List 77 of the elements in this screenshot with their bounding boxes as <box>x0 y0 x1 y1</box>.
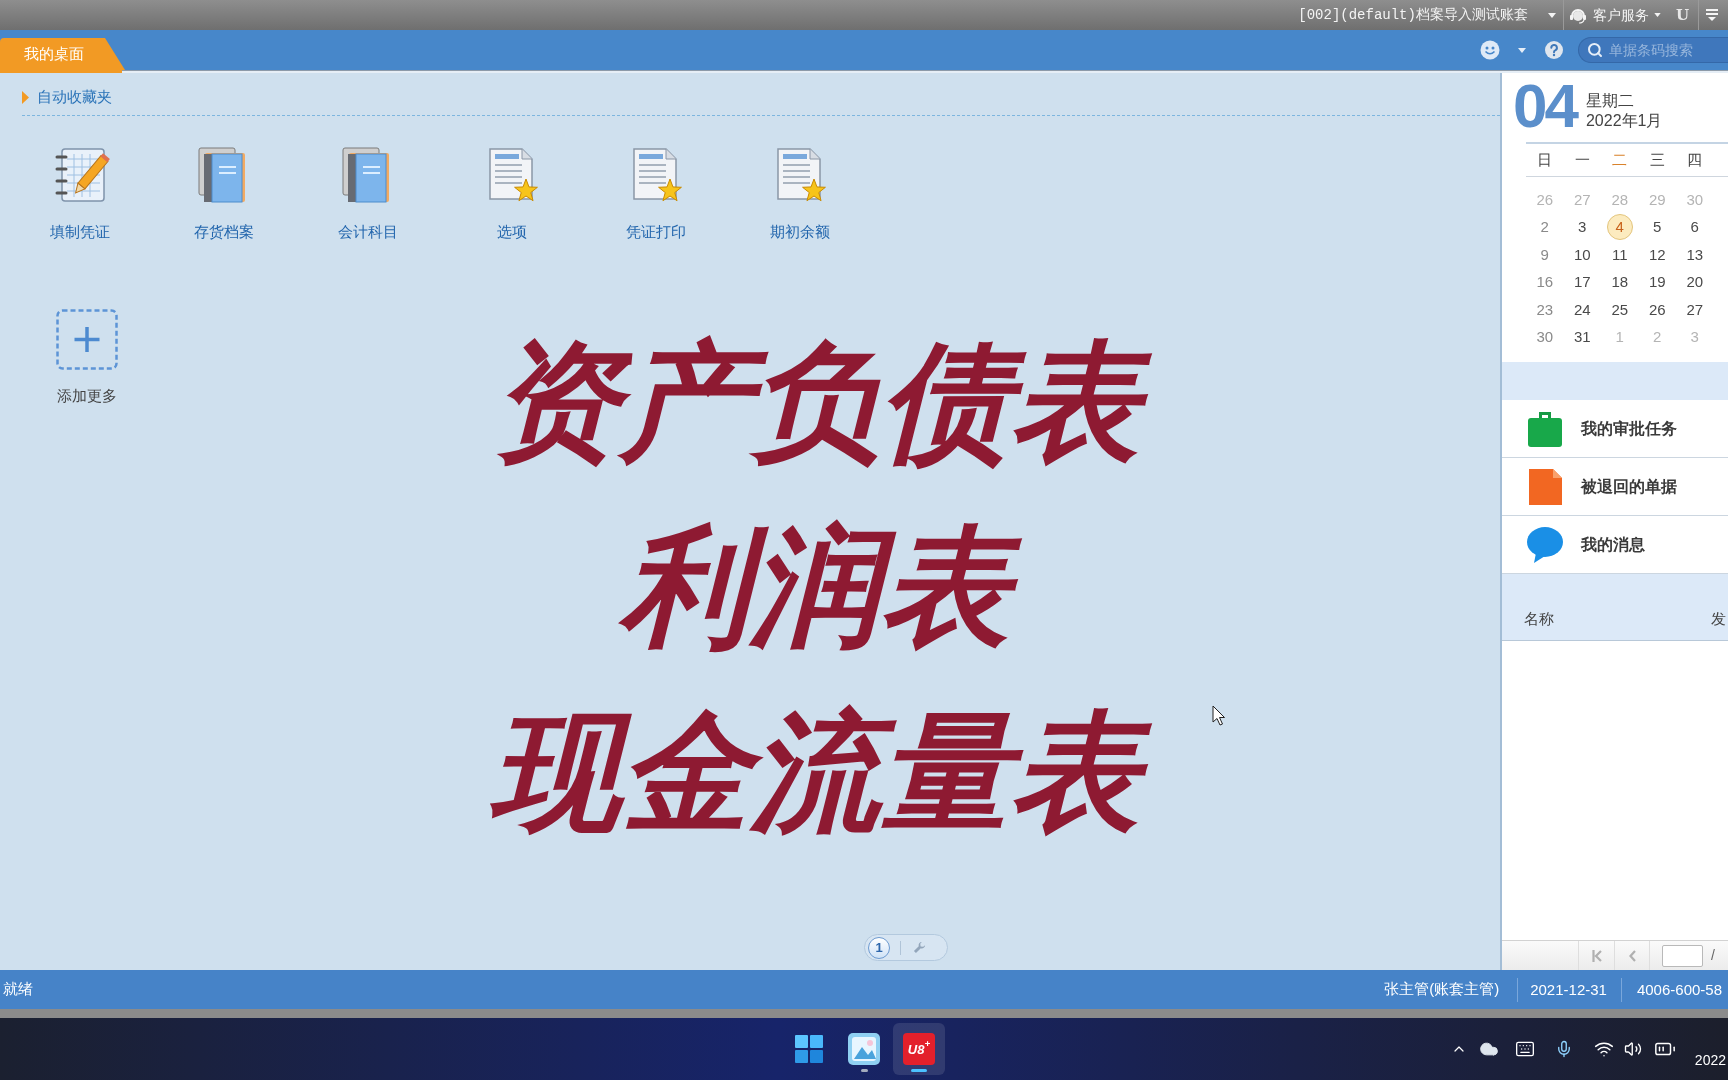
calendar-day[interactable]: 20 <box>1681 269 1708 296</box>
calendar-day[interactable]: 30 <box>1531 324 1558 351</box>
weekday-text: 星期二 <box>1585 91 1635 111</box>
calendar-day[interactable]: 26 <box>1644 296 1671 323</box>
headset-icon <box>1568 6 1587 24</box>
help-icon[interactable] <box>1545 41 1563 59</box>
shortcut-button[interactable]: 会计科目 <box>296 145 440 242</box>
clock-text[interactable]: 2022 <box>1694 1050 1726 1070</box>
calendar-day[interactable]: 17 <box>1569 269 1596 296</box>
overlay-title: 现金流量表 <box>454 680 1176 865</box>
mouse-cursor-icon <box>1212 705 1226 726</box>
search-field[interactable]: 单据条码搜索 <box>1578 37 1728 63</box>
shortcut-button[interactable]: 存货档案 <box>152 145 296 242</box>
calendar-day[interactable]: 9 <box>1531 241 1558 268</box>
weekday-label: 三 <box>1649 149 1665 170</box>
calendar-day[interactable]: 27 <box>1681 296 1708 323</box>
keyboard-icon[interactable] <box>1514 1039 1535 1059</box>
smiley-icon[interactable] <box>1480 40 1500 60</box>
search-icon <box>1587 42 1603 58</box>
calendar-day[interactable]: 23 <box>1531 296 1558 323</box>
calendar-day[interactable]: 13 <box>1681 241 1708 268</box>
user-label: 张主管(账套主管) <box>1384 979 1501 1000</box>
add-tile-icon <box>56 309 118 370</box>
month-text: 2022年1月 <box>1585 111 1663 131</box>
calendar-day[interactable]: 12 <box>1644 241 1671 268</box>
page-separator: / <box>1711 946 1715 965</box>
account-dropdown[interactable]: [002](default)档案导入测试账套 <box>1298 3 1556 27</box>
shortcut-button[interactable]: 选项 <box>440 145 584 242</box>
chevron-left-icon <box>1628 949 1636 962</box>
app-logo: U8$^{+}$ <box>903 1033 935 1065</box>
weekday-label: 日 <box>1537 149 1553 170</box>
taskbar-app-button[interactable]: U8$^{+}$ <box>893 1023 945 1075</box>
caret-icon <box>1547 12 1556 18</box>
favorites-header[interactable]: 自动收藏夹 <box>22 87 112 107</box>
overlay-title: 资产负债表 <box>454 310 1176 495</box>
page-input[interactable] <box>1662 944 1703 967</box>
overlay-title: 利润表 <box>584 495 1046 680</box>
calendar-day[interactable]: 11 <box>1606 241 1633 268</box>
column-header: 发 <box>1711 609 1726 629</box>
briefcase-icon <box>1526 409 1564 448</box>
wifi-icon[interactable] <box>1593 1039 1614 1059</box>
calendar-day[interactable]: 5 <box>1644 214 1671 241</box>
windows-logo-icon <box>795 1035 823 1063</box>
caret-icon <box>22 90 29 104</box>
logo-button[interactable]: U <box>1675 5 1689 25</box>
weekday-label: 二 <box>1612 149 1628 170</box>
phone-label: 4006-600-58 <box>1620 977 1728 1002</box>
date-label: 2021-12-31 <box>1517 977 1621 1002</box>
add-more-button[interactable]: 添加更多 <box>15 309 159 406</box>
calendar-day[interactable]: 4 <box>1606 214 1633 241</box>
calendar-day[interactable]: 25 <box>1606 296 1633 323</box>
caret-icon[interactable] <box>1518 47 1526 53</box>
weekday-label: 一 <box>1574 149 1590 170</box>
calendar-day[interactable]: 19 <box>1644 269 1671 296</box>
calendar-day[interactable]: 31 <box>1569 324 1596 351</box>
calendar-day[interactable]: 24 <box>1569 296 1596 323</box>
volume-icon[interactable] <box>1623 1040 1642 1058</box>
calendar-day[interactable]: 18 <box>1606 269 1633 296</box>
calendar-day[interactable]: 6 <box>1681 214 1708 241</box>
shortcut-button[interactable]: 期初余额 <box>728 145 872 242</box>
app-icon <box>848 1033 880 1065</box>
speech-bubble-icon <box>1526 525 1564 564</box>
first-page-icon <box>1591 949 1602 962</box>
calendar-day[interactable]: 10 <box>1569 241 1596 268</box>
status-text: 就绪 <box>3 979 33 1000</box>
customer-service-button[interactable]: 客户服务 <box>1568 3 1661 27</box>
menu-icon[interactable] <box>1705 8 1719 22</box>
calendar-day[interactable]: 16 <box>1531 269 1558 296</box>
column-header: 名称 <box>1524 609 1554 629</box>
weekday-label: 四 <box>1687 149 1703 170</box>
date-number: 04 <box>1513 75 1576 137</box>
document-icon <box>1526 467 1564 506</box>
shortcut-button[interactable]: 凭证打印 <box>584 145 728 242</box>
calendar-day[interactable]: 3 <box>1569 214 1596 241</box>
calendar-day[interactable]: 2 <box>1531 214 1558 241</box>
shortcut-button[interactable]: 填制凭证 <box>8 145 152 242</box>
caret-icon <box>1653 13 1661 17</box>
